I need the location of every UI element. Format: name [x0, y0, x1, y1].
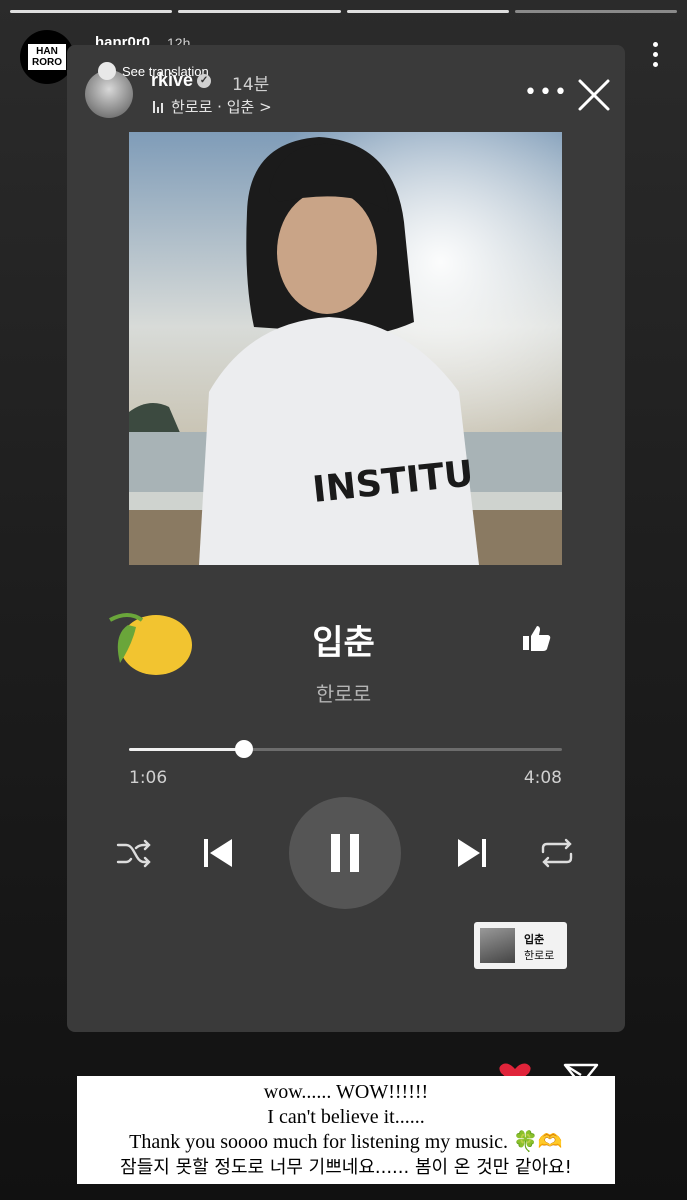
- shared-post-username-row[interactable]: rkive ✓: [151, 70, 212, 91]
- story-caption: wow...... WOW!!!!!! I can't believe it..…: [77, 1076, 615, 1184]
- music-bars-icon: [153, 100, 163, 113]
- pause-button[interactable]: [289, 797, 401, 909]
- skip-previous-icon[interactable]: [201, 836, 235, 870]
- caption-line: Thank you soooo much for listening my mu…: [129, 1131, 563, 1153]
- more-horizontal-icon[interactable]: •••: [524, 82, 569, 104]
- current-time: 1:06: [129, 768, 168, 788]
- progress-segment: [10, 10, 173, 13]
- caption-line: 잠들지 못할 정도로 너무 기쁘네요...... 봄이 온 것만 같아요!: [120, 1157, 572, 1178]
- progress-segment: [178, 10, 341, 13]
- music-attribution[interactable]: 한로로 · 입춘 >: [153, 96, 272, 117]
- repeat-icon[interactable]: [537, 836, 577, 870]
- music-sticker-thumbnail: [480, 928, 515, 963]
- pause-icon: [331, 834, 359, 872]
- story-progress-bar: [10, 10, 677, 13]
- music-label: 한로로 · 입춘 >: [171, 98, 272, 116]
- song-title: 입춘: [312, 623, 375, 663]
- album-cover-image: INSTITU: [129, 132, 562, 565]
- translation-avatar-icon: [98, 62, 116, 80]
- song-artist: 한로로: [315, 682, 372, 706]
- caption-line: wow...... WOW!!!!!!: [263, 1081, 429, 1103]
- total-time: 4:08: [523, 768, 562, 788]
- hanroro-logo: HAN RORO: [28, 44, 66, 70]
- music-sticker-artist: 한로로: [524, 949, 555, 962]
- progress-segment: [346, 10, 509, 13]
- shared-post-time: 14분: [232, 75, 270, 95]
- caption-line: I can't believe it......: [267, 1106, 425, 1128]
- story-avatar[interactable]: HAN RORO: [20, 30, 74, 84]
- music-sticker-title: 입춘: [524, 933, 545, 946]
- more-vertical-icon[interactable]: [653, 42, 659, 67]
- thumbs-up-icon[interactable]: [520, 622, 552, 654]
- verified-badge-icon: ✓: [197, 73, 212, 88]
- skip-next-icon[interactable]: [455, 836, 489, 870]
- shuffle-icon[interactable]: [116, 836, 152, 870]
- progress-segment: [514, 10, 677, 13]
- music-sticker[interactable]: 입춘 한로로: [474, 922, 567, 969]
- shared-post-username: rkive: [151, 70, 194, 90]
- playback-progress: [129, 748, 245, 751]
- playback-slider[interactable]: [129, 740, 562, 758]
- close-icon[interactable]: [577, 78, 611, 112]
